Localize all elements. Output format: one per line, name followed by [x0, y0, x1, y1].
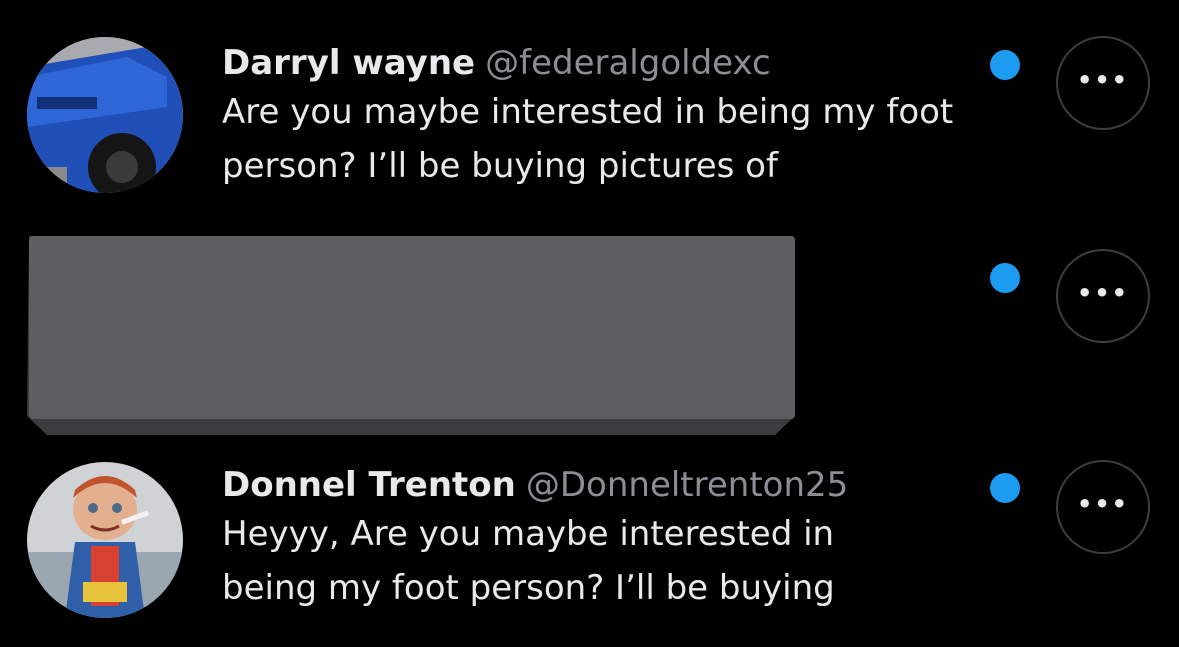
unread-indicator: [990, 263, 1020, 293]
avatar[interactable]: [27, 462, 183, 618]
message-preview: Heyyy, Are you maybe interested in being…: [222, 514, 835, 608]
more-icon: •••: [1076, 490, 1130, 518]
avatar[interactable]: [27, 37, 183, 193]
blue-truck-avatar-icon: [27, 37, 183, 193]
more-options-button[interactable]: •••: [1056, 36, 1150, 130]
message-item[interactable]: Donnel Trenton @Donneltrenton25 Heyyy, Ar…: [0, 450, 1179, 647]
sender-handle: @federalgoldexc: [485, 43, 771, 83]
doll-avatar-icon: [27, 462, 183, 618]
more-options-button[interactable]: •••: [1056, 249, 1150, 343]
message-item[interactable]: Darryl wayne @federalgoldexc Are you mayb…: [0, 0, 1179, 225]
message-preview: Are you maybe interested in being my foo…: [222, 92, 954, 186]
more-options-button[interactable]: •••: [1056, 460, 1150, 554]
unread-indicator: [990, 473, 1020, 503]
sender-name: Darryl wayne: [222, 43, 476, 83]
unread-indicator: [990, 50, 1020, 80]
more-icon: •••: [1076, 66, 1130, 94]
redaction-block: [27, 236, 795, 435]
sender-name: Donnel Trenton: [222, 465, 516, 505]
sender-handle: @Donneltrenton25: [525, 465, 849, 505]
more-icon: •••: [1076, 279, 1130, 307]
